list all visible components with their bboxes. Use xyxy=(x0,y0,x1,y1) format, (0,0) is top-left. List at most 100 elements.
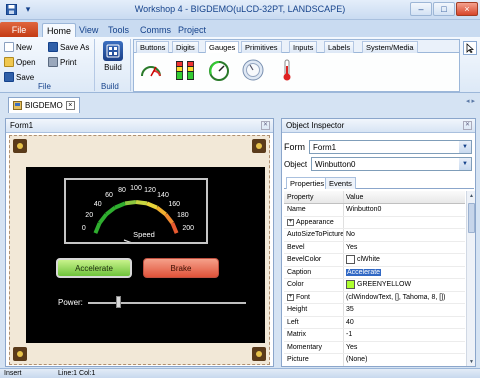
property-value-cell[interactable]: Winbutton0 xyxy=(344,204,465,216)
tab-events[interactable]: Events xyxy=(325,177,356,189)
property-value-cell[interactable]: GREENYELLOW xyxy=(344,279,465,291)
property-value-cell[interactable]: No xyxy=(344,229,465,241)
save-button[interactable]: Save xyxy=(4,72,34,82)
expand-icon[interactable]: + xyxy=(287,293,294,301)
new-button[interactable]: New xyxy=(4,42,32,52)
property-row[interactable]: Caption Accelerate xyxy=(284,266,465,279)
meter-scale-segment xyxy=(155,206,167,216)
property-row[interactable]: AutoSizeToPicture No xyxy=(284,229,465,242)
open-button[interactable]: Open xyxy=(4,57,36,67)
property-value-cell[interactable]: -1 xyxy=(344,329,465,341)
resize-handle[interactable] xyxy=(252,347,266,361)
palette-tab-inputs[interactable]: Inputs xyxy=(289,41,318,53)
gauge-bars-icon[interactable] xyxy=(172,57,198,83)
print-label: Print xyxy=(60,57,77,67)
chevron-down-icon[interactable]: ▼ xyxy=(459,158,471,170)
tab-home[interactable]: Home xyxy=(42,23,77,37)
build-icon xyxy=(103,41,123,61)
maximize-button[interactable]: □ xyxy=(433,2,455,16)
brake-button[interactable]: Brake xyxy=(143,258,219,278)
knob-icon[interactable] xyxy=(240,57,266,83)
resize-handle[interactable] xyxy=(252,139,266,153)
cool-gauge-icon[interactable] xyxy=(206,57,232,83)
panel-close-icon[interactable]: ✕ xyxy=(463,121,472,130)
power-slider-thumb[interactable] xyxy=(116,296,121,308)
tab-file[interactable]: File xyxy=(0,22,38,37)
speed-meter[interactable]: 0 20 40 60 80 100 120 140 160 180 200 Speed xyxy=(64,178,208,253)
property-row[interactable]: + Appearance xyxy=(284,216,465,229)
palette-tab-digits[interactable]: Digits xyxy=(172,41,199,53)
property-row[interactable]: + Font (clWindowText, [], Tahoma, 8, []) xyxy=(284,291,465,304)
new-label: New xyxy=(16,42,33,52)
form-combo[interactable]: Form1 ▼ xyxy=(309,140,472,154)
property-name: Height xyxy=(287,306,308,314)
property-row[interactable]: Matrix -1 xyxy=(284,329,465,342)
property-row[interactable]: Height 35 xyxy=(284,304,465,317)
property-scrollbar[interactable]: ▲ ▼ xyxy=(466,191,475,366)
new-icon xyxy=(4,42,14,52)
scroll-down-icon[interactable]: ▼ xyxy=(467,357,476,366)
power-slider-track[interactable] xyxy=(88,302,246,304)
property-row[interactable]: Left 40 xyxy=(284,316,465,329)
tab-view[interactable]: View xyxy=(75,23,102,37)
resize-handle[interactable] xyxy=(13,139,27,153)
property-value-cell[interactable]: 40 xyxy=(344,317,465,329)
build-button[interactable]: Build xyxy=(99,41,127,72)
tab-comms[interactable]: Comms xyxy=(136,23,175,37)
property-value-cell[interactable]: Accelerate xyxy=(344,267,465,279)
column-header-value: Value xyxy=(346,193,364,201)
status-mode: Insert xyxy=(4,370,22,377)
close-tab-icon[interactable]: × xyxy=(65,101,75,110)
design-canvas[interactable]: 0 20 40 60 80 100 120 140 160 180 200 Speed Acceler… xyxy=(9,135,270,365)
close-button[interactable]: × xyxy=(456,2,478,16)
tab-project[interactable]: Project xyxy=(174,23,210,37)
palette-tab-gauges[interactable]: Gauges xyxy=(205,41,240,53)
property-value-cell[interactable]: 35 xyxy=(344,304,465,316)
property-value-cell[interactable]: (clWindowText, [], Tahoma, 8, []) xyxy=(344,292,465,304)
save-as-button[interactable]: Save As xyxy=(48,42,89,52)
property-row[interactable]: Momentary Yes xyxy=(284,341,465,354)
scroll-up-icon[interactable]: ▲ xyxy=(467,191,476,200)
expand-icon[interactable]: + xyxy=(287,218,294,226)
ribbon-separator xyxy=(130,39,131,91)
lcd-screen[interactable]: 0 20 40 60 80 100 120 140 160 180 200 Speed Acceler… xyxy=(26,167,265,343)
tab-tools[interactable]: Tools xyxy=(104,23,133,37)
print-button[interactable]: Print xyxy=(48,57,76,67)
property-row[interactable]: BevelColor clWhite xyxy=(284,254,465,267)
accelerate-button[interactable]: Accelerate xyxy=(56,258,132,278)
minimize-button[interactable]: – xyxy=(410,2,432,16)
property-value-cell[interactable]: clWhite xyxy=(344,254,465,266)
palette-tab-system-media[interactable]: System/Media xyxy=(362,41,418,53)
property-value-cell[interactable] xyxy=(344,217,465,229)
property-name-cell: Momentary xyxy=(284,341,344,353)
panel-close-icon[interactable]: ✕ xyxy=(261,121,270,130)
meter-scale-segment xyxy=(164,213,174,225)
thermometer-icon[interactable] xyxy=(274,57,300,83)
palette-tab-primitives[interactable]: Primitives xyxy=(241,41,282,53)
property-row[interactable]: Color GREENYELLOW xyxy=(284,279,465,292)
meter-tick-label: 200 xyxy=(182,225,194,232)
save-label: Save xyxy=(16,72,35,82)
document-tab-bigdemo[interactable]: BIGDEMO × xyxy=(8,97,80,113)
tab-properties[interactable]: Properties xyxy=(286,177,329,189)
property-value-cell[interactable]: Yes xyxy=(344,242,465,254)
palette-tab-buttons[interactable]: Buttons xyxy=(136,41,170,53)
property-value-cell[interactable]: Yes xyxy=(344,342,465,354)
palette-tab-labels[interactable]: Labels xyxy=(324,41,355,53)
property-row[interactable]: Name Winbutton0 xyxy=(284,204,465,217)
property-value-cell[interactable]: (None) xyxy=(344,354,465,366)
chevron-down-icon[interactable]: ▼ xyxy=(459,141,471,153)
tab-scroll-arrows[interactable]: ◂ ▸ xyxy=(466,97,475,105)
angular-meter-icon[interactable] xyxy=(138,57,164,83)
resize-handle[interactable] xyxy=(13,347,27,361)
object-combo[interactable]: Winbutton0 ▼ xyxy=(311,157,472,171)
property-row[interactable]: Bevel Yes xyxy=(284,241,465,254)
form-panel-title: Form1 xyxy=(10,121,34,130)
scrollbar-thumb[interactable] xyxy=(468,203,475,233)
object-combo-value: Winbutton0 xyxy=(315,159,356,169)
meter-caption: Speed xyxy=(133,230,155,239)
pointer-tool-button[interactable] xyxy=(463,41,477,55)
property-name: Matrix xyxy=(287,331,307,339)
property-row[interactable]: Picture (None) xyxy=(284,354,465,366)
property-value: 35 xyxy=(346,306,354,314)
